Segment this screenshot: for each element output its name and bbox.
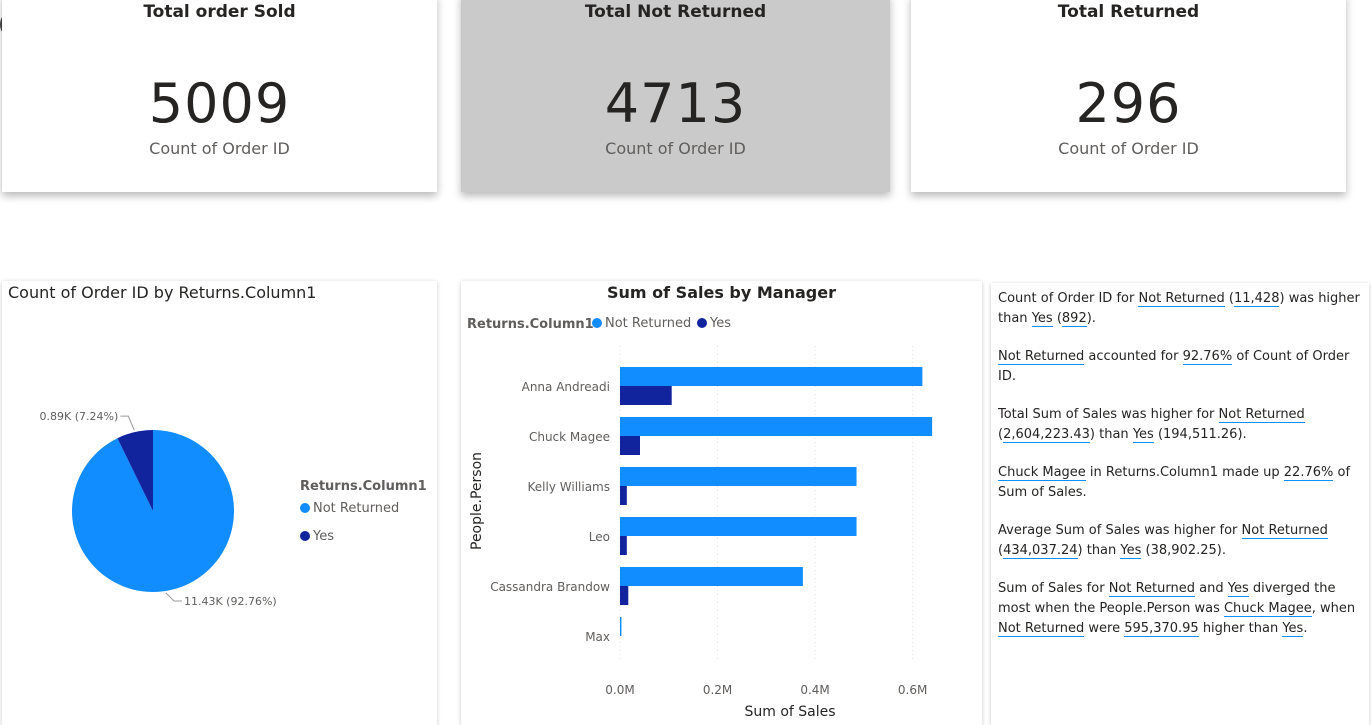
bar-yes[interactable] (620, 586, 629, 605)
bar-chart-title: Sum of Sales by Manager (607, 283, 836, 302)
bar-yes[interactable] (620, 386, 672, 405)
bar-yes[interactable] (620, 436, 640, 455)
y-tick-label: Chuck Magee (529, 430, 610, 444)
kpi-title: Total Returned (1057, 2, 1200, 22)
legend-label: Not Returned (313, 501, 400, 516)
y-tick-label: Anna Andreadi (522, 380, 610, 394)
legend-label: Not Returned (605, 316, 692, 331)
kpi-value: 5009 (148, 72, 291, 135)
x-axis-title: Sum of Sales (744, 704, 835, 720)
kpi-label: Count of Order ID (1058, 139, 1199, 158)
bar-not-returned[interactable] (620, 617, 622, 636)
insight-paragraph: Not Returned accounted for 92.76% of Cou… (998, 349, 1350, 384)
kpi-card-total-order-sold[interactable]: Total order Sold 5009 Count of Order ID (2, 0, 437, 192)
y-tick-label: Max (585, 630, 610, 644)
kpi-label: Count of Order ID (149, 139, 290, 158)
kpi-value: 296 (1075, 72, 1182, 135)
legend-label: Yes (313, 529, 334, 544)
pie-legend-yes[interactable]: Yes (300, 529, 334, 544)
pie-legend-not-returned[interactable]: Not Returned (300, 501, 399, 516)
kpi-card-total-not-returned[interactable]: Total Not Returned 4713 Count of Order I… (461, 0, 890, 192)
insight-paragraph: Sum of Sales for Not Returned and Yes di… (998, 581, 1356, 637)
y-tick-label: Cassandra Brandow (490, 580, 610, 594)
kpi-value: 4713 (604, 72, 747, 135)
y-tick-label: Kelly Williams (528, 480, 610, 494)
y-tick-label: Leo (589, 530, 610, 544)
smart-narrative-panel: Count of Order ID for Not Returned (11,4… (991, 283, 1369, 725)
x-tick-label: 0.0M (605, 683, 634, 697)
kpi-label: Count of Order ID (605, 139, 746, 158)
bar-not-returned[interactable] (620, 417, 933, 436)
kpi-title: Total order Sold (143, 2, 296, 22)
pie-data-label-yes: 0.89K (7.24%) (40, 410, 119, 423)
kpi-title: Total Not Returned (584, 2, 767, 22)
bar-not-returned[interactable] (620, 367, 923, 386)
bar-legend-title: Returns.Column1 (467, 317, 594, 332)
x-tick-label: 0.4M (800, 683, 829, 697)
insight-paragraph: Total Sum of Sales was higher for Not Re… (998, 407, 1305, 443)
legend-label: Yes (710, 316, 731, 331)
bar-chart[interactable]: 0.0M 0.2M 0.4M 0.6M Anna Andreadi Chuck Magee… (461, 341, 982, 725)
x-tick-label: 0.2M (703, 683, 732, 697)
pie-data-label-not-returned: 11.43K (92.76%) (184, 595, 277, 608)
kpi-card-total-returned[interactable]: Total Returned 296 Count of Order ID (911, 0, 1346, 192)
bar-not-returned[interactable] (620, 517, 857, 536)
pie-chart[interactable]: 0.89K (7.24%) 11.43K (92.76%) (2, 401, 292, 661)
y-axis-title: People.Person (469, 452, 485, 550)
bar-legend-yes[interactable]: Yes (697, 316, 731, 331)
pie-chart-title: Count of Order ID by Returns.Column1 (8, 283, 317, 302)
pie-legend-title: Returns.Column1 (300, 479, 427, 494)
pie-chart-visual[interactable]: Count of Order ID by Returns.Column1 0.8… (2, 281, 437, 725)
pie-slice-not-returned[interactable] (72, 430, 235, 592)
bar-chart-visual[interactable]: Sum of Sales by Manager Returns.Column1 … (461, 281, 982, 725)
bar-legend-not-returned[interactable]: Not Returned (592, 316, 691, 331)
insight-paragraph: Chuck Magee in Returns.Column1 made up 2… (998, 465, 1351, 500)
bar-yes[interactable] (620, 536, 627, 555)
insight-paragraph: Average Sum of Sales was higher for Not … (998, 523, 1328, 559)
bar-yes[interactable] (620, 486, 627, 505)
insight-paragraph: Count of Order ID for Not Returned (11,4… (998, 291, 1360, 327)
bar-not-returned[interactable] (620, 467, 857, 486)
x-tick-label: 0.6M (898, 683, 927, 697)
bar-not-returned[interactable] (620, 567, 803, 586)
